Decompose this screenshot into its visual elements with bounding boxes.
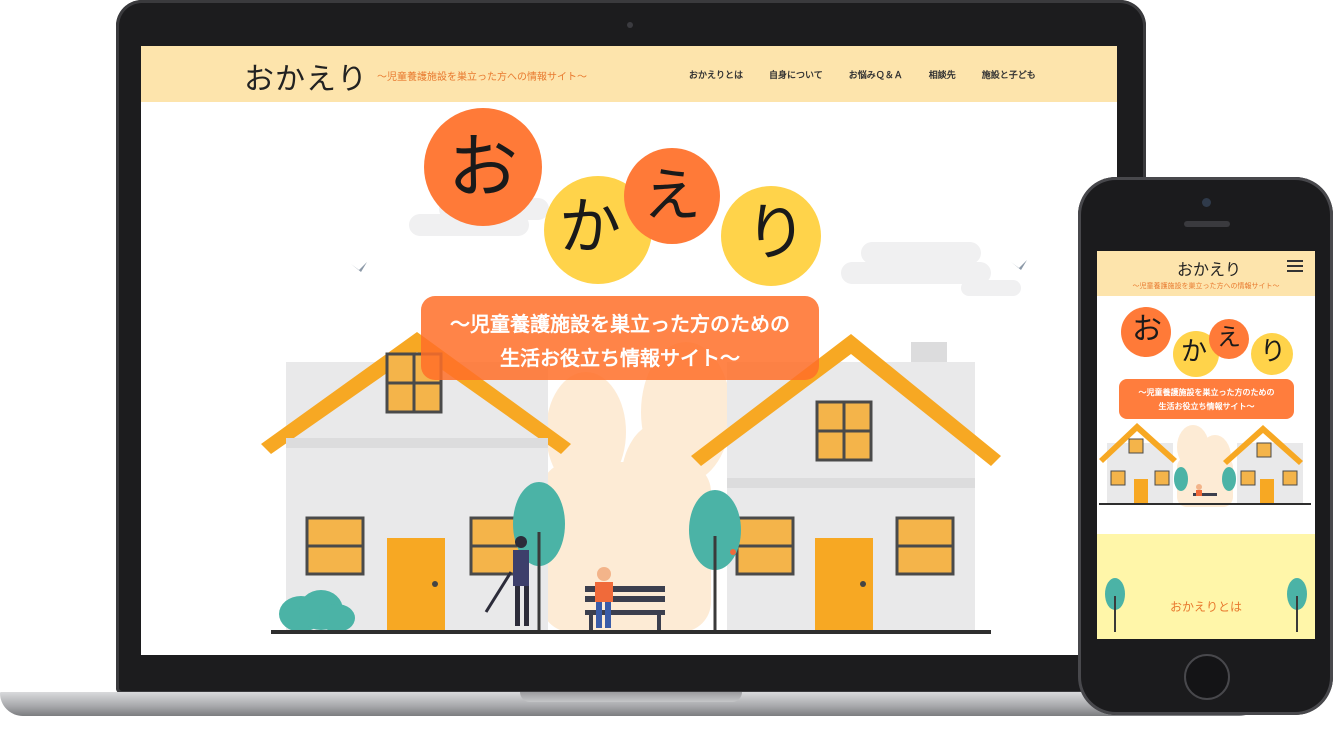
desktop-header: おかえり 〜児童養護施設を巣立った方への情報サイト〜 おかえりとは 自身について… xyxy=(141,46,1117,102)
m-house-left xyxy=(1099,423,1177,503)
about-heading[interactable]: おかえりとは xyxy=(1097,598,1315,615)
mobile-tagline: 〜児童養護施設を巣立った方への情報サイト〜 xyxy=(1132,282,1280,290)
m-tree-right xyxy=(1222,467,1236,491)
phone-home-button xyxy=(1184,654,1230,700)
mobile-about-section: おかえりとは xyxy=(1097,534,1315,639)
nav-item-self[interactable]: 自身について xyxy=(769,68,823,81)
m-tree-left xyxy=(1174,467,1188,491)
desktop-site: おかえり 〜児童養護施設を巣立った方への情報サイト〜 おかえりとは 自身について… xyxy=(141,46,1117,655)
mobile-site: おかえり 〜児童養護施設を巣立った方への情報サイト〜 お か え り 〜児童養護… xyxy=(1097,251,1315,639)
title-char-o: お xyxy=(448,126,518,208)
title-char-ka: か xyxy=(559,190,622,263)
m-house-right xyxy=(1223,425,1303,503)
mobile-banner-line2: 生活お役立ち情報サイト〜 xyxy=(1158,402,1255,411)
hamburger-icon[interactable] xyxy=(1287,260,1303,273)
hero-banner-line1: 〜児童養護施設を巣立った方のための xyxy=(450,312,790,336)
title-char-e: え xyxy=(643,161,702,229)
nav-item-consult[interactable]: 相談先 xyxy=(929,68,956,81)
hero-banner-line2: 生活お役立ち情報サイト〜 xyxy=(500,346,740,370)
m-title-char-e: え xyxy=(1217,323,1241,351)
m-title-char-ri: り xyxy=(1260,337,1287,367)
m-title-char-ka: か xyxy=(1181,337,1208,367)
nav-item-qa[interactable]: お悩みＱ＆Ａ xyxy=(849,68,903,81)
m-ground xyxy=(1099,503,1311,505)
mobile-hero-illustration xyxy=(1099,423,1311,507)
mobile-logo[interactable]: おかえり xyxy=(1177,256,1241,280)
site-tagline: 〜児童養護施設を巣立った方への情報サイト〜 xyxy=(377,72,587,83)
mobile-header: おかえり 〜児童養護施設を巣立った方への情報サイト〜 xyxy=(1097,251,1315,296)
nav-item-about[interactable]: おかえりとは xyxy=(689,68,743,81)
site-logo[interactable]: おかえり xyxy=(244,54,368,98)
main-nav: おかえりとは 自身について お悩みＱ＆Ａ 相談先 施設と子ども xyxy=(689,68,1036,81)
mobile-hero-banner: 〜児童養護施設を巣立った方のための 生活お役立ち情報サイト〜 xyxy=(1119,379,1294,419)
title-char-ri: り xyxy=(745,196,808,269)
phone-speaker xyxy=(1184,221,1230,227)
cloud-right xyxy=(841,242,1021,296)
m-title-char-o: お xyxy=(1132,312,1162,347)
bird-right xyxy=(1011,260,1027,270)
nav-item-facility[interactable]: 施設と子ども xyxy=(982,68,1036,81)
laptop-notch xyxy=(520,692,742,702)
ground-line xyxy=(271,630,991,634)
phone-camera xyxy=(1202,198,1211,207)
hero-banner: 〜児童養護施設を巣立った方のための 生活お役立ち情報サイト〜 xyxy=(421,296,819,380)
bird-left xyxy=(351,262,367,272)
mobile-banner-line1: 〜児童養護施設を巣立った方のための xyxy=(1138,388,1275,397)
laptop-camera xyxy=(627,22,633,28)
